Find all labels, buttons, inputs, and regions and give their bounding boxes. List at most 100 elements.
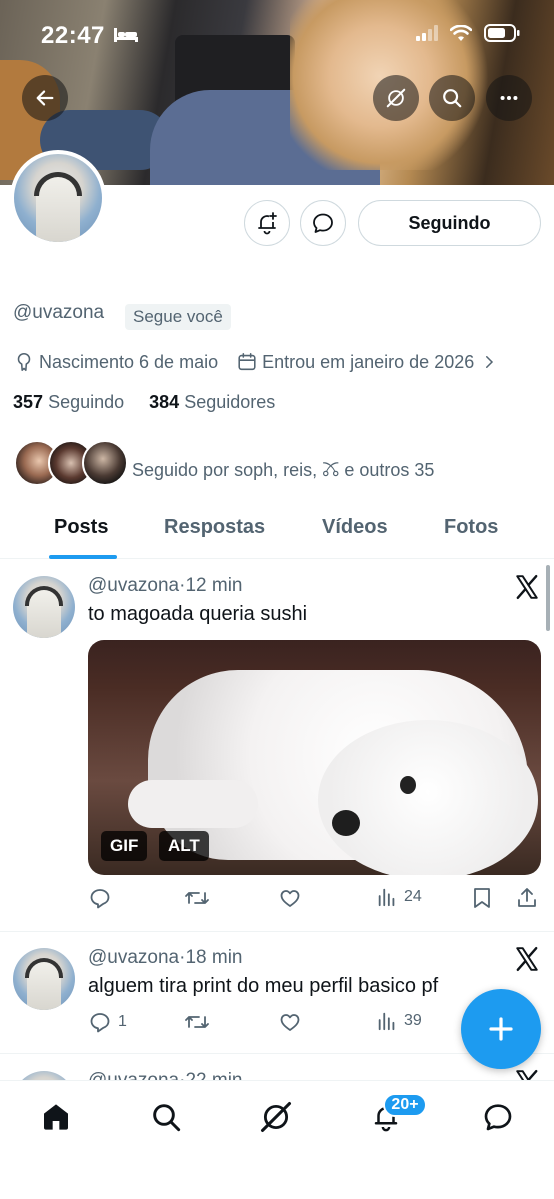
more-icon xyxy=(500,95,518,101)
reply-icon xyxy=(90,889,110,909)
alt-badge[interactable]: ALT xyxy=(159,831,209,861)
post-header: @uvazona·12 min xyxy=(88,575,243,596)
bottom-nav xyxy=(0,1080,554,1199)
reply-count: 1 xyxy=(118,1013,127,1030)
compose-button[interactable] xyxy=(461,989,541,1069)
post-text: alguem tira print do meu perfil basico p… xyxy=(88,975,439,997)
status-indicators xyxy=(416,24,520,42)
reply-button[interactable] xyxy=(88,886,118,910)
follows-you-badge: Segue você xyxy=(125,304,231,330)
avatar xyxy=(13,1071,75,1080)
nav-grok[interactable] xyxy=(258,1099,294,1135)
like-icon xyxy=(280,890,300,907)
views-button[interactable]: 39 xyxy=(376,1010,422,1032)
post-time: 12 min xyxy=(185,575,243,596)
grok-button[interactable] xyxy=(373,75,419,121)
like-button[interactable] xyxy=(278,1010,302,1034)
nav-search[interactable] xyxy=(148,1099,184,1135)
home-icon xyxy=(44,1104,68,1130)
like-button[interactable] xyxy=(278,886,302,910)
nav-messages[interactable] xyxy=(480,1099,516,1135)
post-handle[interactable]: @uvazona xyxy=(88,947,179,968)
reply-icon xyxy=(90,1013,110,1033)
following-link[interactable]: 357 Seguindo xyxy=(13,392,124,412)
birth-date: Nascimento 6 de maio xyxy=(39,351,219,372)
avatar xyxy=(82,440,128,486)
post-actions: 24 xyxy=(88,886,541,914)
profile-meta: Nascimento 6 de maio Entrou em janeiro d… xyxy=(13,351,502,373)
signal-icon xyxy=(416,25,438,41)
tab-replies[interactable]: Respostas xyxy=(164,516,265,539)
views-icon xyxy=(378,1012,395,1031)
notifications-badge: 20+ xyxy=(383,1093,427,1117)
repost-button[interactable] xyxy=(184,1010,210,1034)
post-header: @uvazona·22 min xyxy=(88,1070,242,1080)
x-logo-icon xyxy=(516,574,538,600)
calendar-icon xyxy=(238,352,256,371)
followed-by-avatars[interactable] xyxy=(14,440,128,488)
search-button[interactable] xyxy=(429,75,475,121)
post-time: 18 min xyxy=(185,947,243,968)
gif-badge: GIF xyxy=(101,831,148,861)
bell-plus-icon xyxy=(258,212,277,235)
reply-button[interactable]: 1 xyxy=(88,1010,127,1034)
like-icon xyxy=(280,1014,300,1031)
active-tab-indicator xyxy=(49,555,117,559)
profile-avatar[interactable] xyxy=(10,150,106,246)
search-icon xyxy=(443,89,462,108)
back-arrow-icon xyxy=(36,90,54,106)
views-count: 24 xyxy=(404,888,422,905)
x-logo-icon xyxy=(516,1069,538,1080)
post-header: @uvazona·18 min xyxy=(88,947,243,968)
scrollbar[interactable] xyxy=(546,565,550,631)
repost-icon xyxy=(185,1016,209,1028)
avatar[interactable] xyxy=(13,948,75,1010)
post-media[interactable]: GIF ALT xyxy=(88,640,541,875)
views-count: 39 xyxy=(404,1012,422,1029)
post-handle[interactable]: @uvazona xyxy=(88,575,179,596)
post-peek[interactable]: @uvazona·22 min xyxy=(0,1055,554,1080)
nav-home[interactable] xyxy=(38,1099,74,1135)
joined-date: Entrou em janeiro de 2026 xyxy=(262,351,475,372)
avatar[interactable] xyxy=(13,576,75,638)
profile-tabs: Posts Respostas Vídeos Fotos xyxy=(0,500,554,559)
views-icon xyxy=(378,888,395,907)
followed-by-text[interactable]: Seguido por soph, reis, 🜼 e outros 35 xyxy=(132,450,434,487)
wifi-icon xyxy=(450,24,472,41)
following-button[interactable]: Seguindo xyxy=(358,200,541,246)
chevron-right-icon[interactable] xyxy=(480,353,498,371)
message-button[interactable] xyxy=(300,200,346,246)
followers-count: 384 xyxy=(149,392,180,412)
post-text: to magoada queria sushi xyxy=(88,603,308,625)
bookmark-button[interactable] xyxy=(471,886,493,910)
pin-icon xyxy=(17,352,31,372)
share-icon xyxy=(518,888,536,907)
repost-icon xyxy=(185,892,209,904)
post-handle: @uvazona xyxy=(88,1070,179,1080)
tab-videos[interactable]: Vídeos xyxy=(322,516,388,539)
notify-button[interactable] xyxy=(244,200,290,246)
bookmark-icon xyxy=(474,888,490,908)
views-button[interactable]: 24 xyxy=(376,886,422,908)
grok-icon xyxy=(386,88,406,108)
battery-icon xyxy=(484,24,520,42)
follow-counts: 357 Seguindo 384 Seguidores xyxy=(13,392,275,413)
message-icon xyxy=(313,213,333,233)
following-label: Seguindo xyxy=(48,392,125,412)
followers-label: Seguidores xyxy=(184,392,276,412)
repost-button[interactable] xyxy=(184,886,210,910)
profile-handle: @uvazona xyxy=(13,302,105,323)
status-time: 22:47 xyxy=(41,22,105,49)
grok-icon xyxy=(260,1101,292,1133)
tab-photos[interactable]: Fotos xyxy=(444,516,498,539)
more-button[interactable] xyxy=(486,75,532,121)
x-logo-icon xyxy=(516,946,538,972)
share-button[interactable] xyxy=(515,886,539,910)
tab-posts[interactable]: Posts xyxy=(54,516,108,539)
search-icon xyxy=(153,1104,181,1132)
sleep-icon xyxy=(114,28,138,42)
following-count: 357 xyxy=(13,392,44,412)
followers-link[interactable]: 384 Seguidores xyxy=(149,392,275,412)
compose-plus-icon xyxy=(489,1017,513,1041)
back-button[interactable] xyxy=(22,75,68,121)
